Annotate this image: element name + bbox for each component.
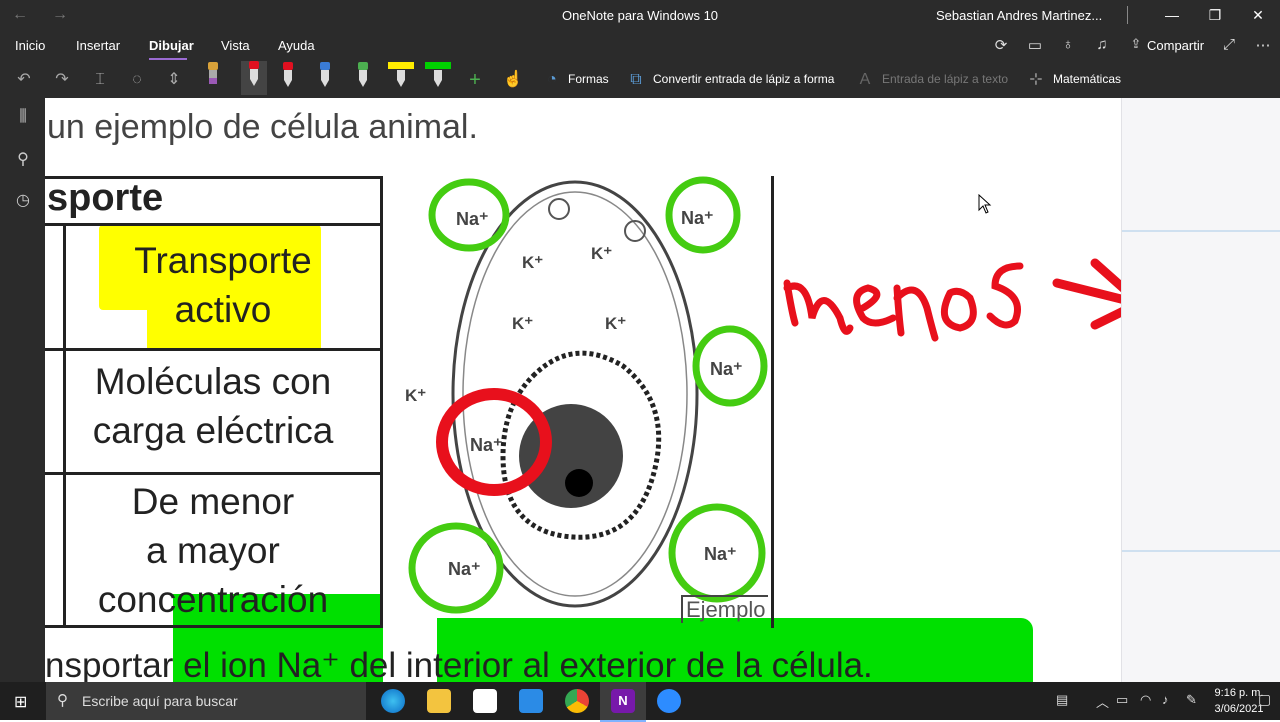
lasso-select-icon[interactable]: ◌	[125, 68, 149, 92]
undo-icon[interactable]: ↶	[12, 68, 36, 92]
minimize-button[interactable]: —	[1154, 4, 1190, 26]
na-label-1: Na⁺	[456, 209, 489, 229]
math-icon[interactable]: ⊹	[1024, 68, 1048, 92]
pen-red-selected-icon[interactable]	[241, 61, 267, 95]
touch-draw-icon[interactable]: ☝	[501, 68, 525, 92]
file-explorer-icon[interactable]	[427, 689, 451, 713]
zoom-icon[interactable]	[657, 689, 681, 713]
wifi-icon[interactable]: ◠	[1140, 692, 1151, 708]
na-label-5: Na⁺	[448, 559, 481, 579]
chevron-up-icon[interactable]: ︿	[1096, 692, 1109, 711]
menu-dibujar[interactable]: Dibujar	[149, 38, 194, 53]
bell-icon[interactable]: ♫	[1092, 36, 1112, 56]
notifications-icon[interactable]: ▢	[1258, 691, 1271, 708]
add-pen-icon[interactable]: +	[463, 68, 487, 92]
onenote-icon: N	[611, 689, 635, 713]
menu-vista[interactable]: Vista	[221, 38, 250, 53]
lightbulb-icon[interactable]: ♁	[1058, 36, 1078, 56]
recent-icon[interactable]: ◷	[12, 190, 34, 212]
taskbar-search[interactable]: ⚲ Escribe aquí para buscar	[46, 682, 366, 720]
convert-shape-icon[interactable]: ⧉	[624, 68, 648, 92]
na-label-6: Na⁺	[704, 544, 737, 564]
bottom-text: nsportar el ion Na⁺ del interior al exte…	[45, 646, 873, 682]
left-rail: ⫼ ⚲ ◷	[0, 98, 45, 682]
title-separator	[1127, 6, 1128, 24]
close-button[interactable]: ✕	[1240, 4, 1276, 26]
na-label-4: Na⁺	[470, 435, 503, 455]
draw-toolbar: ↶ ↷ ⌶ ◌ ⇕ + ☝ ◔ Formas ⧉ Convertir entra…	[0, 61, 1280, 98]
store-icon[interactable]	[473, 689, 497, 713]
edge-icon[interactable]	[381, 689, 405, 713]
example-label: Ejemplo	[681, 595, 769, 623]
chrome-icon[interactable]	[565, 689, 589, 713]
k-label-1: K⁺	[522, 253, 544, 272]
share-button[interactable]: Compartir	[1147, 38, 1204, 53]
k-label-4: K⁺	[605, 314, 627, 333]
type-select-icon[interactable]: ⌶	[88, 68, 112, 92]
right-panel	[1121, 98, 1280, 682]
user-name[interactable]: Sebastian Andres Martinez...	[936, 8, 1102, 23]
pen-purple-icon[interactable]	[205, 62, 221, 88]
math-button[interactable]: Matemáticas	[1053, 72, 1121, 86]
pen-green-icon[interactable]	[355, 62, 371, 88]
pen-red-icon[interactable]	[280, 62, 296, 88]
battery-icon[interactable]: ▭	[1116, 692, 1128, 708]
ink-to-text-icon: A	[859, 71, 871, 88]
restore-button[interactable]: ❐	[1197, 4, 1233, 26]
menu-ayuda[interactable]: Ayuda	[278, 38, 315, 53]
share-icon[interactable]: ⇪	[1126, 36, 1146, 56]
k-label-5: K⁺	[405, 386, 427, 405]
highlighter-green-icon[interactable]	[425, 62, 451, 88]
ink-annotations	[408, 176, 1121, 614]
volume-icon[interactable]: ♪	[1162, 692, 1169, 707]
sync-icon[interactable]: ⟳	[991, 36, 1011, 56]
add-space-icon[interactable]: ⇕	[162, 68, 186, 92]
redo-icon[interactable]: ↷	[50, 68, 74, 92]
pen-tray-icon[interactable]: ✎	[1186, 692, 1197, 708]
convert-to-shape-button[interactable]: Convertir entrada de lápiz a forma	[653, 72, 834, 86]
search-icon[interactable]: ⚲	[12, 149, 34, 171]
pen-blue-icon[interactable]	[317, 62, 333, 88]
onenote-active-tab[interactable]: N	[600, 682, 646, 722]
page-canvas[interactable]: un ejemplo de célula animal. sporte Tran…	[45, 98, 1280, 682]
mail-icon[interactable]	[519, 689, 543, 713]
shapes-button[interactable]: Formas	[568, 72, 609, 86]
windows-start-icon[interactable]: ⊞	[14, 692, 27, 712]
action-center-icon[interactable]: ▤	[1056, 692, 1068, 708]
ink-to-text-button: Entrada de lápiz a texto	[882, 72, 1009, 86]
search-placeholder: Escribe aquí para buscar	[82, 693, 238, 709]
na-label-3: Na⁺	[710, 359, 743, 379]
notebooks-icon[interactable]: ⫼	[12, 108, 34, 130]
na-label-2: Na⁺	[681, 208, 714, 228]
highlighter-yellow-icon[interactable]	[388, 62, 414, 88]
k-label-2: K⁺	[591, 244, 613, 263]
menu-bar: Inicio Insertar Dibujar Vista Ayuda ⟳ ▭ …	[0, 32, 1280, 62]
expand-icon[interactable]: ⤢	[1219, 36, 1239, 56]
notebook-icon[interactable]: ▭	[1025, 36, 1045, 56]
shapes-icon[interactable]: ◔	[540, 68, 564, 92]
more-options-icon[interactable]: ⋯	[1253, 36, 1273, 56]
mouse-cursor-icon	[978, 194, 992, 214]
title-bar: ← → OneNote para Windows 10 Sebastian An…	[0, 0, 1280, 32]
menu-insertar[interactable]: Insertar	[76, 38, 120, 53]
search-icon: ⚲	[57, 692, 68, 709]
menu-inicio[interactable]: Inicio	[15, 38, 45, 53]
active-tab-indicator	[149, 58, 187, 60]
taskbar: ⊞ ⚲ Escribe aquí para buscar N ▤ ︿ ▭ ◠ ♪…	[0, 682, 1280, 722]
k-label-3: K⁺	[512, 314, 534, 333]
